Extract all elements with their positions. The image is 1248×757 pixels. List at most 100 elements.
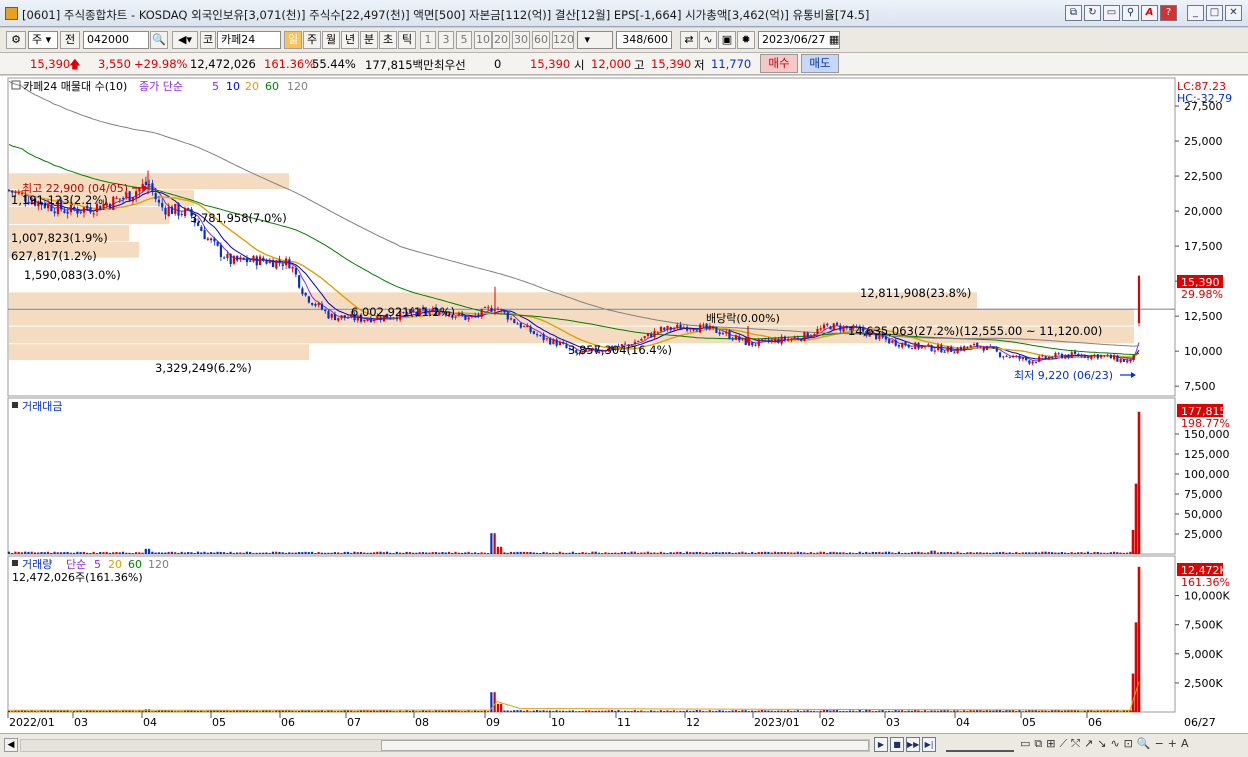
- amount-bar: [751, 551, 754, 554]
- chart-canvas[interactable]: 27,50025,00022,50020,00017,50015,00012,5…: [0, 76, 1248, 733]
- close-icon[interactable]: ✕: [1225, 5, 1242, 21]
- minimize-icon[interactable]: _: [1187, 5, 1204, 21]
- amount-bar: [630, 551, 633, 554]
- candle-body: [477, 314, 480, 316]
- sell-button[interactable]: 매도: [801, 54, 839, 73]
- candle-body: [542, 334, 545, 341]
- volume-bar: [888, 710, 891, 712]
- candle-body: [689, 328, 692, 330]
- draw-line-icon[interactable]: ⟋: [1059, 737, 1067, 751]
- candle-body: [301, 288, 304, 295]
- amount-bar: [304, 551, 307, 554]
- speaker-icon[interactable]: ◀▾: [172, 31, 198, 49]
- candle-body: [653, 330, 656, 338]
- zoom-slider[interactable]: [946, 738, 1014, 752]
- zoom-in-icon[interactable]: 🔍: [1137, 737, 1151, 751]
- period-tab[interactable]: 월: [322, 31, 340, 49]
- layout1-icon[interactable]: ▭: [1020, 737, 1030, 751]
- draw-wave-icon[interactable]: ∿: [1110, 737, 1119, 751]
- period-tab[interactable]: 일: [284, 31, 302, 49]
- volume-bar: [141, 710, 144, 712]
- layout3-icon[interactable]: ⊞: [1046, 737, 1055, 751]
- stock-name-field[interactable]: 카페24: [217, 31, 281, 49]
- period-tab[interactable]: 년: [341, 31, 359, 49]
- amount-bar: [1067, 552, 1070, 554]
- minus-icon[interactable]: −: [1155, 737, 1164, 751]
- amount-bar: [372, 552, 376, 554]
- period-tab[interactable]: 주: [303, 31, 321, 49]
- amount-bar: [346, 551, 350, 554]
- indicator-icon[interactable]: ∿: [699, 31, 717, 49]
- volume-bar: [976, 710, 979, 712]
- interval-tab[interactable]: 20: [492, 31, 510, 49]
- volume-bar: [861, 711, 865, 712]
- volume-bar: [725, 711, 728, 712]
- interval-tab[interactable]: 60: [532, 31, 550, 49]
- volume-bar: [1103, 710, 1106, 712]
- config-icon[interactable]: ✹: [737, 31, 755, 49]
- chart-type-icon[interactable]: ⇄: [680, 31, 698, 49]
- candle-body: [946, 346, 949, 352]
- volume-bar: [982, 710, 985, 712]
- layout2-icon[interactable]: ⧉: [1034, 737, 1042, 751]
- draw-fall-icon[interactable]: ↘: [1097, 737, 1106, 751]
- scroll-thumb[interactable]: [381, 740, 869, 751]
- plus-icon[interactable]: +: [1168, 737, 1177, 751]
- restore-icon[interactable]: ⧉: [1065, 5, 1082, 21]
- play-icon[interactable]: ▶: [874, 737, 888, 752]
- volume-bar: [650, 710, 653, 712]
- date-picker[interactable]: 2023/06/27 ▦: [758, 31, 840, 49]
- amount-bar: [1034, 551, 1037, 554]
- amount-bar: [790, 552, 793, 554]
- draw-rise-icon[interactable]: ↗: [1084, 737, 1093, 751]
- end-icon[interactable]: ▶|: [922, 737, 936, 752]
- period-tab[interactable]: 분: [360, 31, 378, 49]
- amount-bar: [441, 552, 444, 554]
- period-tab[interactable]: 틱: [398, 31, 416, 49]
- volume-bar: [705, 711, 708, 712]
- help-icon[interactable]: ?: [1160, 5, 1177, 21]
- candle-body: [1086, 356, 1090, 358]
- candle-body: [154, 193, 157, 200]
- settings-icon[interactable]: ⚙: [6, 31, 26, 49]
- stop-icon[interactable]: ■: [890, 737, 904, 752]
- interval-tab[interactable]: 1: [420, 31, 436, 49]
- volume-panel-icon[interactable]: [12, 560, 18, 566]
- amount-bar: [959, 552, 962, 554]
- amount-bar: [174, 552, 177, 554]
- forward-icon[interactable]: ▶▶: [906, 737, 920, 752]
- volume-bar: [672, 710, 676, 712]
- amount-bar: [764, 551, 767, 554]
- save-icon[interactable]: ▣: [718, 31, 736, 49]
- buy-button[interactable]: 매수: [760, 54, 798, 73]
- interval-tab[interactable]: 10: [474, 31, 492, 49]
- prev-button[interactable]: 전: [60, 31, 80, 49]
- maximize-icon[interactable]: □: [1206, 5, 1223, 21]
- candle-body: [832, 323, 835, 331]
- draw-box-icon[interactable]: ⊡: [1124, 737, 1133, 751]
- window-icon[interactable]: ▭: [1103, 5, 1120, 21]
- volume-bar: [174, 711, 177, 712]
- interval-tab[interactable]: 3: [438, 31, 454, 49]
- font-icon[interactable]: A: [1141, 5, 1158, 21]
- draw-cross-icon[interactable]: ⤲: [1071, 737, 1080, 751]
- period-tab[interactable]: 초: [379, 31, 397, 49]
- amount-panel-icon[interactable]: [12, 402, 18, 408]
- pin-icon[interactable]: ⚲: [1122, 5, 1139, 21]
- stock-code-input[interactable]: 042000: [83, 31, 149, 49]
- scroll-track[interactable]: [20, 739, 870, 752]
- chart-area[interactable]: 27,50025,00022,50020,00017,50015,00012,5…: [0, 76, 1248, 733]
- volume-bar: [738, 711, 741, 712]
- interval-tab[interactable]: 5: [456, 31, 472, 49]
- search-icon[interactable]: 🔍: [150, 31, 168, 49]
- period-select[interactable]: 주 ▾: [28, 31, 58, 49]
- interval-tab[interactable]: 30: [512, 31, 530, 49]
- refresh-icon[interactable]: ↻: [1084, 5, 1101, 21]
- interval-dropdown[interactable]: ▾: [577, 31, 613, 49]
- scroll-left-icon[interactable]: ◀: [4, 738, 18, 752]
- market-label[interactable]: 코: [200, 31, 216, 49]
- candle-body: [1100, 354, 1103, 358]
- interval-tab[interactable]: 120: [552, 31, 574, 49]
- count-input[interactable]: 348/600: [616, 31, 672, 49]
- font-size-icon[interactable]: A: [1181, 737, 1189, 751]
